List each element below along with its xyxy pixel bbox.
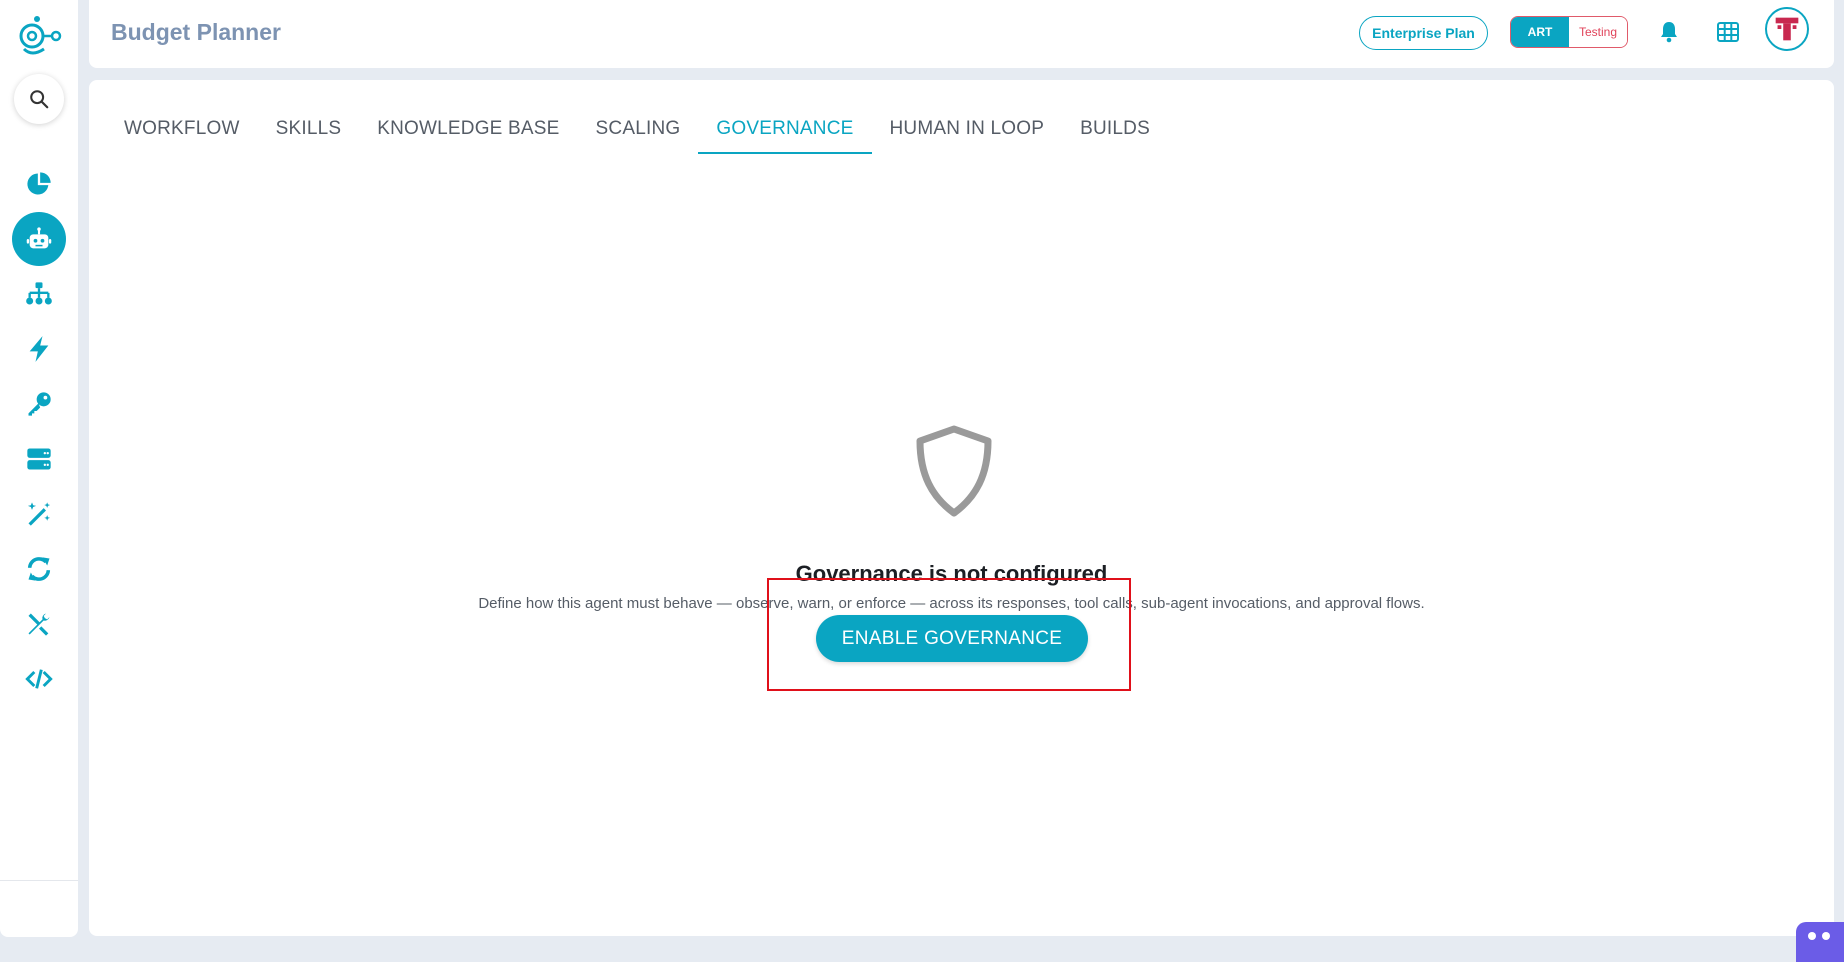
tab-bar: WORKFLOW SKILLS KNOWLEDGE BASE SCALING G… — [106, 104, 1168, 154]
empty-state-description: Define how this agent must behave — obse… — [478, 595, 1425, 612]
empty-state-title: Governance is not configured — [795, 561, 1108, 586]
sidebar-divider — [0, 880, 78, 881]
tools-icon — [28, 613, 50, 636]
grid-icon[interactable] — [1714, 18, 1742, 46]
env-option-art[interactable]: ART — [1511, 17, 1569, 47]
tab-scaling[interactable]: SCALING — [578, 104, 699, 154]
main-panel: WORKFLOW SKILLS KNOWLEDGE BASE SCALING G… — [89, 80, 1834, 936]
sidebar-item-tools[interactable] — [12, 597, 66, 651]
shield-icon — [914, 425, 994, 517]
sync-icon — [27, 557, 51, 581]
enterprise-plan-button[interactable]: Enterprise Plan — [1359, 16, 1488, 50]
tab-workflow[interactable]: WORKFLOW — [106, 104, 258, 154]
server-icon — [27, 448, 51, 470]
env-option-testing[interactable]: Testing — [1569, 17, 1627, 47]
sidebar-item-sync[interactable] — [12, 542, 66, 596]
page-title: Budget Planner — [111, 19, 281, 45]
avatar[interactable] — [1765, 7, 1809, 51]
key-icon — [28, 392, 51, 416]
tab-knowledge-base[interactable]: KNOWLEDGE BASE — [359, 104, 577, 154]
code-icon — [25, 669, 53, 689]
search-icon — [30, 90, 49, 109]
top-header: Budget Planner Enterprise Plan ART Testi… — [89, 0, 1834, 68]
sidebar-item-servers[interactable] — [12, 432, 66, 486]
sidebar-item-triggers[interactable] — [12, 322, 66, 376]
sidebar-item-magic[interactable] — [12, 487, 66, 541]
chat-eye-icon — [1822, 932, 1830, 940]
magic-wand-icon — [27, 502, 51, 526]
sidebar-item-agents[interactable] — [12, 212, 66, 266]
tab-governance[interactable]: GOVERNANCE — [698, 104, 872, 154]
user-avatar-icon — [1770, 12, 1804, 46]
environment-toggle: ART Testing — [1510, 16, 1628, 48]
pie-chart-icon — [27, 172, 51, 195]
tab-skills[interactable]: SKILLS — [258, 104, 360, 154]
sitemap-icon — [26, 282, 52, 305]
enable-governance-button[interactable]: ENABLE GOVERNANCE — [816, 615, 1088, 662]
tab-builds[interactable]: BUILDS — [1062, 104, 1168, 154]
sidebar — [0, 0, 78, 937]
search-button[interactable] — [14, 74, 64, 124]
robot-icon — [26, 227, 52, 249]
bell-icon[interactable] — [1655, 18, 1683, 46]
bolt-icon — [29, 336, 49, 362]
chat-eye-icon — [1808, 932, 1816, 940]
sidebar-item-code[interactable] — [12, 652, 66, 706]
sidebar-item-analytics[interactable] — [12, 157, 66, 211]
sidebar-item-keys[interactable] — [12, 377, 66, 431]
brand-logo-icon[interactable] — [16, 13, 62, 59]
tab-human-in-loop[interactable]: HUMAN IN LOOP — [872, 104, 1063, 154]
sidebar-item-hierarchy[interactable] — [12, 267, 66, 321]
chat-widget-button[interactable] — [1796, 922, 1844, 962]
